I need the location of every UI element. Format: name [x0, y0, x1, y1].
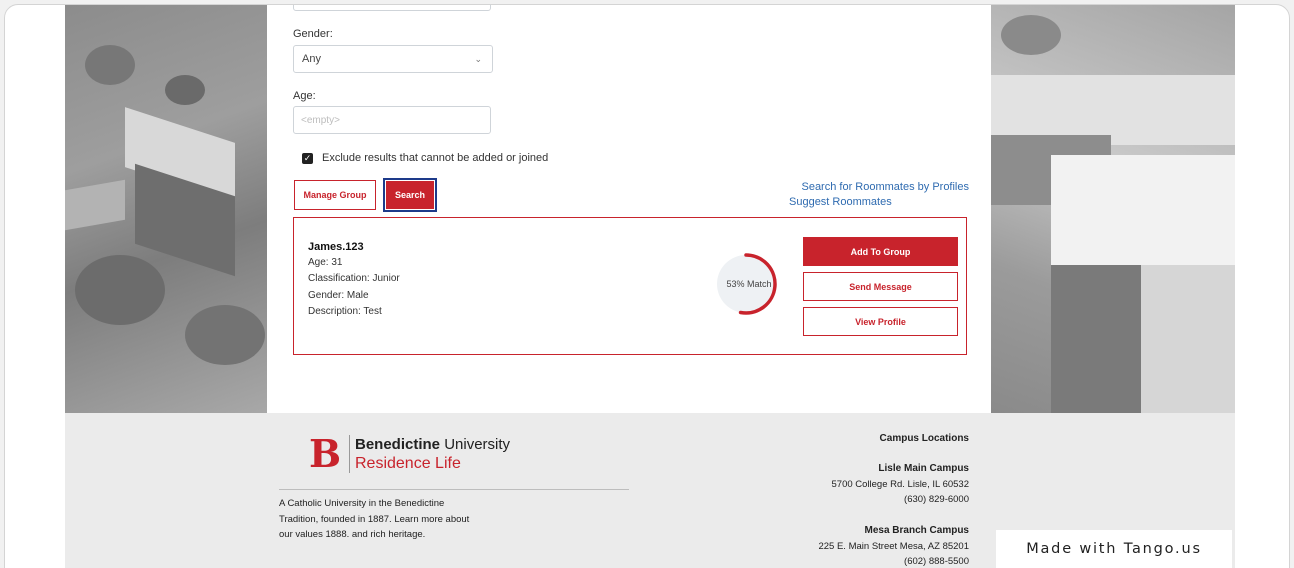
lisle-campus-address: 5700 College Rd. Lisle, IL 60532 — [831, 478, 970, 490]
footer-tagline: A Catholic University in the Benedictine… — [279, 498, 470, 540]
campus-locations-title: Campus Locations — [879, 433, 969, 444]
suggest-roommates-link[interactable]: Suggest Roommates — [789, 196, 892, 208]
age-input[interactable]: <empty> — [293, 106, 491, 134]
result-age: Age: 31 — [308, 257, 343, 268]
lisle-campus-phone[interactable]: (630) 829-6000 — [904, 494, 969, 505]
browser-frame: Gender: Any ⌄ Age: <empty> ✓ Exclude res… — [4, 4, 1290, 568]
mesa-campus-address: 225 E. Main Street Mesa, AZ 85201 — [818, 540, 969, 552]
age-label: Age: — [293, 90, 316, 102]
gender-select-value: Any — [302, 53, 321, 65]
tango-watermark: Made with Tango.us — [996, 530, 1232, 568]
university-logo-mark: B — [308, 431, 342, 476]
exclude-checkbox-label: Exclude results that cannot be added or … — [322, 152, 549, 164]
chevron-down-icon: ⌄ — [474, 54, 482, 64]
exclude-checkbox[interactable]: ✓ — [302, 153, 313, 164]
logo-university-name: Benedictine University — [355, 436, 510, 453]
match-gauge: 53% Match — [716, 248, 782, 320]
logo-subtitle: Residence Life — [355, 455, 461, 472]
search-button[interactable]: Search — [386, 181, 434, 209]
lisle-campus-block: Lisle Main Campus 5700 College Rd. Lisle… — [832, 461, 970, 508]
mesa-campus-block: Mesa Branch Campus 225 E. Main Street Me… — [818, 523, 969, 568]
result-classification: Classification: Junior — [308, 273, 400, 284]
logo-name-bold: Benedictine — [355, 436, 441, 453]
footer-divider — [279, 489, 629, 490]
search-panel: Gender: Any ⌄ Age: <empty> ✓ Exclude res… — [267, 5, 991, 413]
previous-field[interactable] — [293, 5, 491, 11]
gender-select[interactable]: Any ⌄ — [293, 45, 493, 73]
view-profile-button[interactable]: View Profile — [803, 307, 958, 336]
lisle-campus-name: Lisle Main Campus — [878, 463, 969, 474]
mesa-campus-name: Mesa Branch Campus — [864, 525, 969, 536]
result-description: Description: Test — [308, 306, 382, 317]
add-to-group-button[interactable]: Add To Group — [803, 237, 958, 266]
result-gender: Gender: Male — [308, 290, 369, 301]
mesa-campus-phone[interactable]: (602) 888-5500 — [904, 556, 969, 567]
manage-group-button[interactable]: Manage Group — [294, 180, 376, 210]
background-photo-right — [991, 5, 1235, 413]
campus-locations-heading: Campus Locations — [880, 431, 969, 447]
search-by-profiles-link[interactable]: Search for Roommates by Profiles — [801, 181, 969, 193]
background-photo-left — [65, 5, 267, 413]
logo-name-regular: University — [440, 436, 511, 453]
search-button-focus-ring: Search — [383, 178, 437, 212]
match-percent: 53% Match — [726, 279, 772, 289]
roommate-result-card: James.123 Age: 31 Classification: Junior… — [293, 217, 967, 355]
logo-divider — [349, 435, 350, 473]
send-message-button[interactable]: Send Message — [803, 272, 958, 301]
gender-label: Gender: — [293, 28, 333, 40]
result-name: James.123 — [308, 241, 364, 253]
